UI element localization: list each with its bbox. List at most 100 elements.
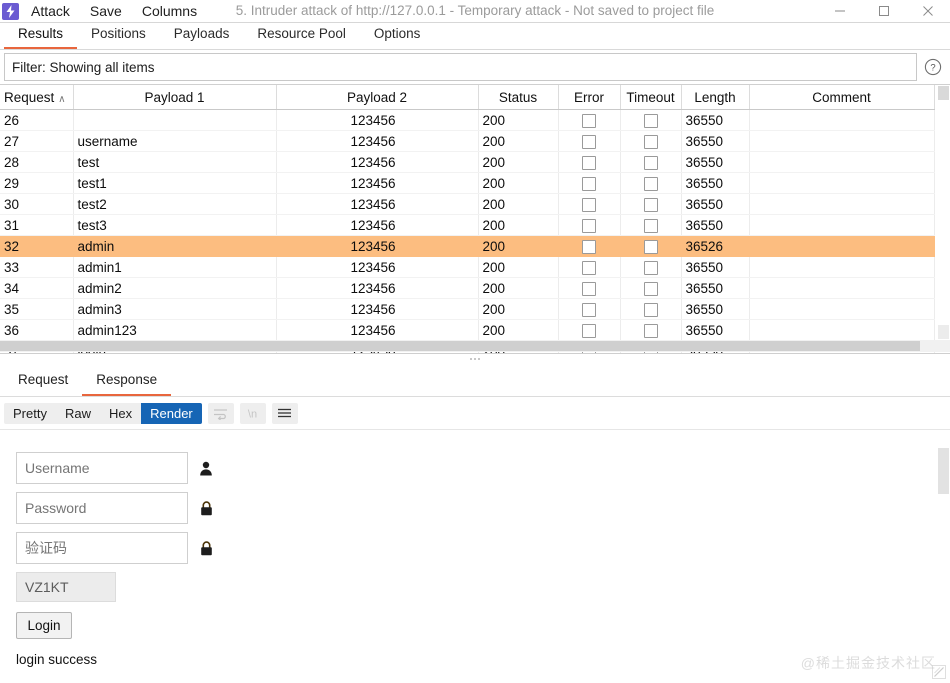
cell-timeout[interactable] — [620, 130, 682, 152]
tab-resource-pool[interactable]: Resource Pool — [243, 22, 360, 49]
checkbox[interactable] — [643, 323, 658, 338]
cell-timeout[interactable] — [620, 214, 682, 236]
checkbox[interactable] — [643, 218, 658, 233]
scrollbar-track-bottom[interactable] — [938, 325, 949, 339]
column-header-length[interactable]: Length — [681, 85, 750, 110]
column-header-timeout[interactable]: Timeout — [620, 85, 682, 110]
maximize-icon[interactable] — [862, 0, 906, 22]
cell-timeout[interactable] — [620, 172, 682, 194]
table-row[interactable]: 27 username 123456 200 36550 — [0, 130, 935, 152]
table-row[interactable]: 33 admin1 123456 200 36550 — [0, 256, 935, 278]
scrollbar-thumb[interactable] — [938, 448, 949, 494]
view-mode-pretty[interactable]: Pretty — [4, 403, 56, 424]
tab-results[interactable]: Results — [4, 22, 78, 49]
table-row[interactable]: 34 admin2 123456 200 36550 — [0, 277, 935, 299]
question-mark-icon[interactable]: ? — [920, 54, 946, 80]
tab-positions[interactable]: Positions — [77, 22, 160, 49]
cell-error[interactable] — [558, 235, 621, 257]
cell-error[interactable] — [558, 214, 621, 236]
results-vertical-scrollbar[interactable] — [937, 85, 950, 340]
cell-timeout[interactable] — [620, 151, 682, 173]
column-header-status[interactable]: Status — [478, 85, 559, 110]
menu-item-save[interactable]: Save — [90, 0, 122, 22]
cell-timeout[interactable] — [620, 298, 682, 320]
menu-item-attack[interactable]: Attack — [31, 0, 70, 22]
checkbox[interactable] — [582, 302, 596, 317]
password-input[interactable] — [16, 492, 188, 524]
view-mode-render[interactable]: Render — [141, 402, 202, 424]
checkbox[interactable] — [582, 260, 596, 275]
splitter-grip-icon[interactable] — [470, 358, 480, 360]
checkbox[interactable] — [643, 134, 658, 149]
checkbox[interactable] — [582, 155, 596, 170]
table-row[interactable]: 26 123456 200 36550 — [0, 109, 935, 131]
cell-error[interactable] — [558, 130, 621, 152]
login-button[interactable]: Login — [16, 612, 72, 639]
render-vertical-scrollbar[interactable] — [937, 430, 950, 661]
table-row[interactable]: 32 admin 123456 200 36526 — [0, 235, 935, 257]
username-input[interactable] — [16, 452, 188, 484]
tab-payloads[interactable]: Payloads — [160, 22, 244, 49]
checkbox[interactable] — [643, 113, 658, 128]
table-row[interactable]: 31 test3 123456 200 36550 — [0, 214, 935, 236]
cell-error[interactable] — [558, 172, 621, 194]
word-wrap-icon[interactable] — [207, 402, 234, 424]
captcha-input[interactable] — [16, 532, 188, 564]
cell-timeout[interactable] — [620, 193, 682, 215]
view-mode-raw[interactable]: Raw — [56, 403, 100, 424]
panel-splitter[interactable] — [0, 353, 950, 368]
checkbox[interactable] — [582, 281, 596, 296]
filter-field[interactable]: Filter: Showing all items — [4, 53, 917, 81]
column-header-error[interactable]: Error — [558, 85, 621, 110]
table-row[interactable]: 28 test 123456 200 36550 — [0, 151, 935, 173]
column-header-payload-2[interactable]: Payload 2 — [276, 85, 479, 110]
table-row[interactable]: 30 test2 123456 200 36550 — [0, 193, 935, 215]
scrollbar-thumb[interactable] — [938, 86, 949, 100]
cell-timeout[interactable] — [620, 256, 682, 278]
table-row[interactable]: 29 test1 123456 200 36550 — [0, 172, 935, 194]
newline-icon[interactable]: \n — [239, 402, 266, 424]
checkbox[interactable] — [643, 260, 658, 275]
column-header-comment[interactable]: Comment — [749, 85, 935, 110]
checkbox[interactable] — [643, 155, 658, 170]
checkbox[interactable] — [643, 302, 658, 317]
checkbox[interactable] — [643, 176, 658, 191]
cell-error[interactable] — [558, 256, 621, 278]
cell-timeout[interactable] — [620, 109, 682, 131]
cell-timeout[interactable] — [620, 235, 682, 257]
tab-options[interactable]: Options — [360, 22, 435, 49]
checkbox[interactable] — [582, 323, 596, 338]
resize-grip-icon[interactable] — [932, 665, 948, 681]
checkbox[interactable] — [582, 176, 596, 191]
checkbox[interactable] — [643, 281, 658, 296]
results-horizontal-scrollbar[interactable] — [0, 340, 950, 352]
minimize-icon[interactable] — [818, 0, 862, 22]
table-row[interactable]: 35 admin3 123456 200 36550 — [0, 298, 935, 320]
menu-hamburger-icon[interactable] — [271, 402, 298, 424]
checkbox[interactable] — [643, 197, 658, 212]
cell-error[interactable] — [558, 151, 621, 173]
cell-error[interactable] — [558, 109, 621, 131]
cell-timeout[interactable] — [620, 319, 682, 341]
column-header-request[interactable]: Request ∧ — [0, 85, 74, 110]
captcha-code[interactable]: VZ1KT — [16, 572, 116, 602]
cell-error[interactable] — [558, 319, 621, 341]
view-mode-hex[interactable]: Hex — [100, 403, 141, 424]
checkbox[interactable] — [643, 239, 658, 254]
checkbox[interactable] — [582, 134, 596, 149]
column-header-payload-1[interactable]: Payload 1 — [73, 85, 277, 110]
checkbox[interactable] — [582, 197, 596, 212]
tab-response[interactable]: Response — [82, 368, 172, 396]
cell-error[interactable] — [558, 277, 621, 299]
checkbox[interactable] — [582, 218, 596, 233]
scrollbar-thumb[interactable] — [0, 341, 920, 351]
checkbox[interactable] — [582, 239, 596, 254]
cell-error[interactable] — [558, 193, 621, 215]
menu-item-columns[interactable]: Columns — [142, 0, 197, 22]
tab-request[interactable]: Request — [4, 368, 82, 396]
cell-error[interactable] — [558, 298, 621, 320]
table-row[interactable]: 36 admin123 123456 200 36550 — [0, 319, 935, 341]
checkbox[interactable] — [582, 113, 596, 128]
close-icon[interactable] — [906, 0, 950, 22]
cell-timeout[interactable] — [620, 277, 682, 299]
